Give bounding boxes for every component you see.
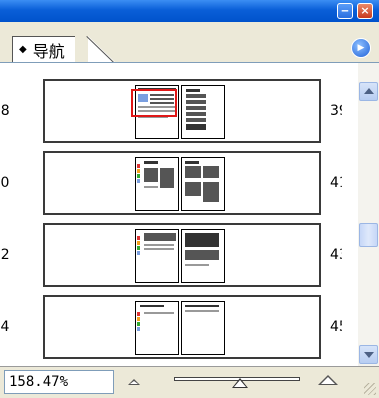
left-page-thumb	[135, 157, 179, 211]
right-page-thumb	[181, 157, 225, 211]
zoom-input[interactable]: 158.47%	[4, 370, 114, 394]
spread-row[interactable]: .0	[0, 151, 358, 215]
left-page-number: :8	[0, 103, 10, 119]
minimize-button[interactable]: ‒	[337, 3, 353, 19]
left-page-number: .0	[0, 175, 10, 191]
left-page-number: :2	[0, 247, 10, 263]
spread-list: :8	[0, 62, 358, 367]
spread-thumbnail[interactable]	[43, 223, 321, 287]
scroll-up-button[interactable]	[359, 82, 378, 101]
chevron-up-icon	[364, 88, 374, 94]
chevron-down-icon	[364, 352, 374, 358]
left-page-thumb	[135, 301, 179, 355]
tab-label: 导航	[32, 41, 65, 61]
spread-row[interactable]: :2 43	[0, 223, 358, 287]
scroll-thumb[interactable]	[359, 223, 378, 247]
spread-thumbnail[interactable]	[43, 79, 321, 143]
spread-thumbnail[interactable]	[43, 295, 321, 359]
tab-navigator[interactable]: ◆ 导航	[12, 36, 75, 62]
view-area-indicator[interactable]	[131, 89, 177, 117]
spread-row[interactable]: :8	[0, 79, 358, 143]
close-button[interactable]: ×	[357, 3, 373, 19]
navigator-panel: ‒ × ◆ 导航 ▶ :8	[0, 0, 379, 398]
left-page-number: .4	[0, 319, 10, 335]
resize-grip[interactable]	[364, 383, 376, 395]
left-page-thumb	[135, 229, 179, 283]
play-icon: ▶	[357, 43, 365, 53]
right-page-thumb	[181, 85, 225, 139]
vertical-scrollbar[interactable]	[358, 62, 379, 366]
right-page-number: 41	[330, 175, 348, 191]
scroll-down-button[interactable]	[359, 345, 378, 364]
right-page-thumb	[181, 229, 225, 283]
right-page-thumb	[181, 301, 225, 355]
tab-arrow-icon: ◆	[19, 44, 27, 55]
spread-row[interactable]: .4 45	[0, 295, 358, 359]
spread-thumbnail[interactable]	[43, 151, 321, 215]
right-page-number: 43	[330, 247, 348, 263]
zoom-in-icon[interactable]	[318, 375, 338, 385]
title-bar: ‒ ×	[0, 0, 379, 23]
zoom-slider-thumb[interactable]	[231, 378, 248, 388]
right-page-number: 39	[330, 103, 348, 119]
zoom-bar: 158.47%	[0, 366, 379, 398]
right-page-number: 45	[330, 319, 348, 335]
panel-menu-button[interactable]: ▶	[351, 38, 371, 58]
tab-strip: ◆ 导航 ▶	[0, 22, 379, 64]
zoom-out-icon[interactable]	[128, 379, 140, 385]
